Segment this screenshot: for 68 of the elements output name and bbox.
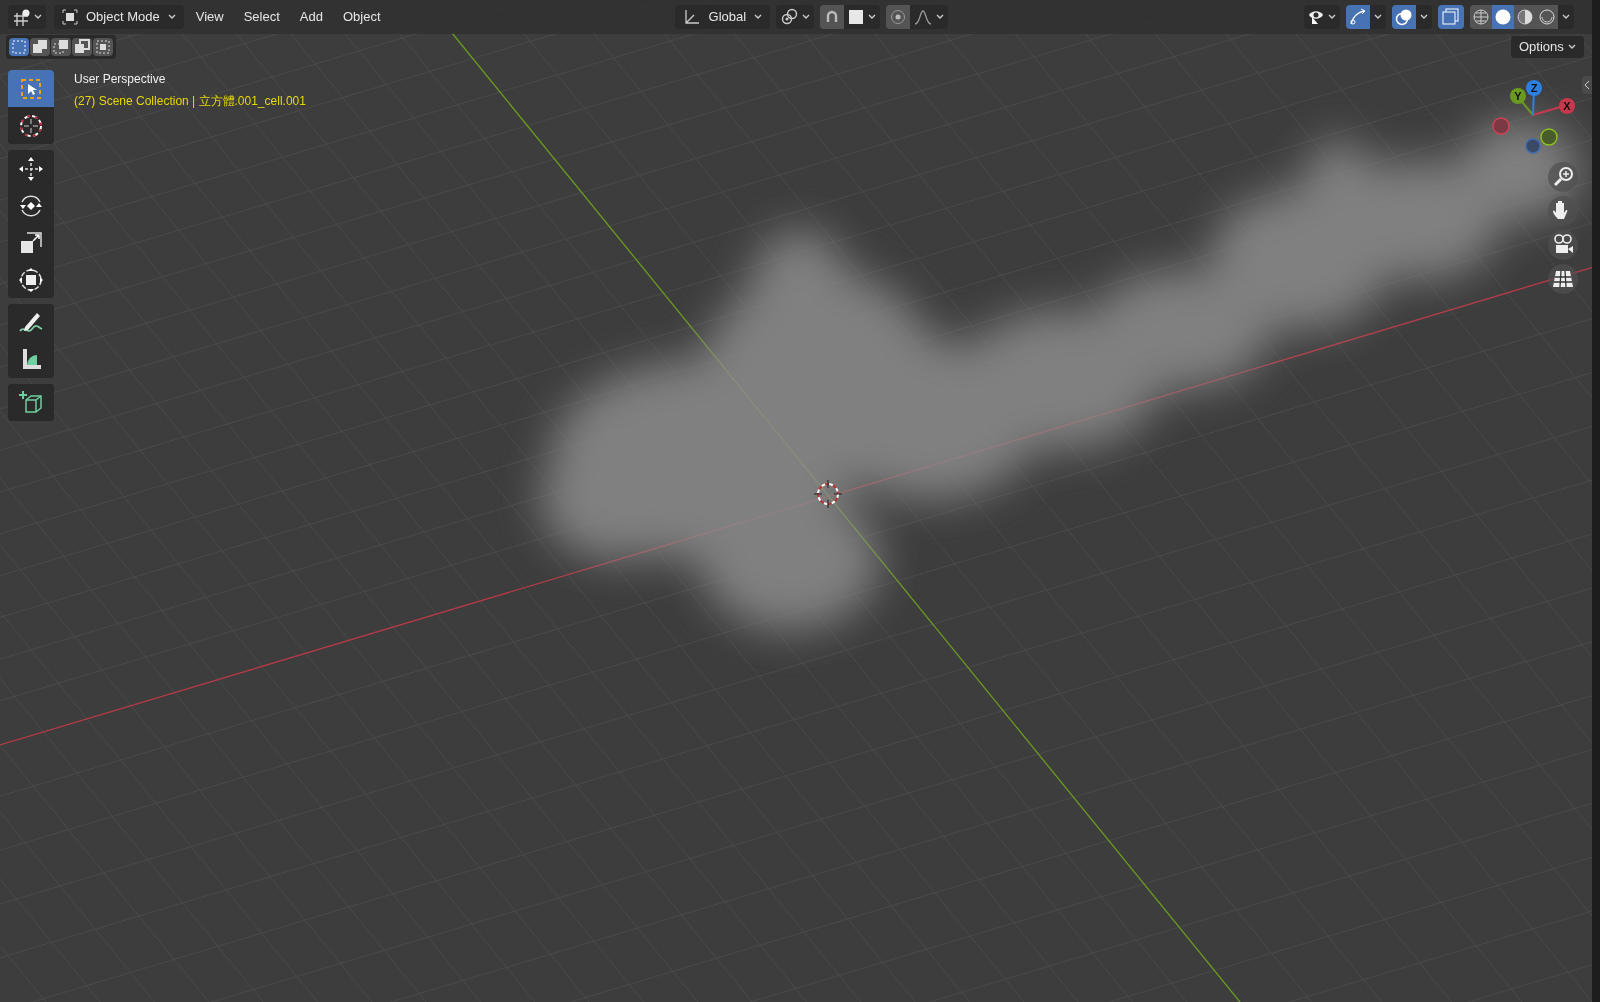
gizmo-arc-icon	[1349, 8, 1367, 26]
tool-button[interactable]	[8, 384, 54, 421]
caret-icon	[936, 14, 945, 20]
pivot-point-dropdown[interactable]	[776, 5, 815, 29]
transform-icon	[17, 265, 45, 294]
shading-mode-button[interactable]	[1536, 5, 1558, 29]
shading-mode-button[interactable]	[1514, 5, 1536, 29]
xray-toggle[interactable]	[1438, 5, 1464, 29]
snap-toggle[interactable]	[820, 5, 845, 29]
axis-label: Z	[1530, 82, 1538, 94]
projection-toggle-button[interactable]	[1548, 264, 1578, 294]
proportional-editing-toggle[interactable]	[886, 5, 911, 29]
xray-icon	[1442, 8, 1460, 26]
selection-mode-button[interactable]	[9, 38, 29, 56]
visibility-dropdown[interactable]	[1304, 5, 1340, 29]
selection-intersect-icon	[95, 39, 111, 55]
menu-item[interactable]: Select	[235, 5, 288, 29]
caret-icon	[1567, 44, 1576, 50]
caret-icon	[1374, 14, 1382, 20]
3d-cursor-icon	[813, 479, 843, 509]
caret-icon	[1420, 14, 1428, 20]
rendered-sphere-icon	[1538, 8, 1556, 26]
material-sphere-icon	[1516, 8, 1534, 26]
axes-icon	[682, 8, 701, 26]
eye-icon	[1308, 8, 1324, 26]
proportional-icon	[890, 9, 907, 25]
selection-subtract-icon	[53, 39, 69, 55]
wireframe-sphere-icon	[1472, 8, 1490, 26]
falloff-curve-icon	[914, 9, 933, 25]
overlapping-circles-icon	[1395, 8, 1413, 26]
chevron-left-icon	[1584, 80, 1590, 90]
pivot-icon	[780, 8, 799, 26]
shading-mode-button[interactable]	[1492, 5, 1514, 29]
selection-mode-button[interactable]	[72, 38, 92, 56]
caret-icon	[754, 14, 763, 20]
gizmo-toggle[interactable]	[1346, 5, 1370, 29]
caret-icon	[868, 14, 877, 20]
active-object-label: (27) Scene Collection | 立方體.001_cell.001	[74, 93, 306, 110]
axis-label: X	[1563, 100, 1571, 112]
object-icon	[62, 9, 78, 25]
editor-type-dropdown[interactable]	[8, 5, 46, 29]
shading-mode-button[interactable]	[1470, 5, 1492, 29]
caret-icon	[802, 14, 811, 20]
caret-icon	[167, 14, 176, 20]
menu-item[interactable]: View	[187, 5, 232, 29]
viewport-icon	[12, 8, 30, 26]
camera-view-button[interactable]	[1548, 230, 1578, 260]
selection-mode-button[interactable]	[51, 38, 71, 56]
selection-extend-icon	[32, 39, 48, 55]
square-icon	[848, 9, 865, 25]
mode-dropdown[interactable]: Object Mode	[54, 5, 184, 29]
caret-icon	[1328, 14, 1336, 20]
selection-invert-icon	[74, 39, 90, 55]
caret-icon	[1562, 14, 1570, 20]
menu-item[interactable]: Add	[291, 5, 331, 29]
selection-mode-button[interactable]	[93, 38, 113, 56]
options-dropdown[interactable]: Options	[1511, 36, 1584, 58]
solid-sphere-icon	[1494, 8, 1512, 26]
selection-new-icon	[11, 39, 27, 55]
overlays-toggle[interactable]	[1392, 5, 1416, 29]
axis-label: Y	[1514, 90, 1522, 102]
selection-mode-button[interactable]	[30, 38, 50, 56]
sidebar-toggle[interactable]	[1582, 76, 1592, 94]
caret-icon	[34, 14, 42, 20]
view-name: User Perspective	[74, 71, 167, 88]
transform-orientation-dropdown[interactable]: Global	[674, 5, 771, 29]
pan-button[interactable]	[1548, 196, 1578, 226]
menu-item[interactable]: Object	[334, 5, 389, 29]
